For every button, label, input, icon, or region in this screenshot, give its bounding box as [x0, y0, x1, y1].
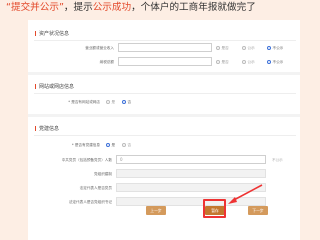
section-divider: [34, 93, 296, 94]
section-divider: [34, 135, 296, 136]
banner-tail: ，个体户的工商年报就做完了: [131, 2, 256, 13]
tax-opt-public[interactable]: 公示: [242, 60, 255, 65]
radio-icon: [122, 143, 126, 147]
radio-icon: [216, 60, 220, 64]
party-org-select[interactable]: [116, 169, 266, 178]
revenue-label: 营业额或营业收入: [85, 46, 114, 50]
section-title-assets: 资产状况信息: [35, 30, 69, 37]
revenue-opt-nonpublic[interactable]: 不公示: [267, 46, 283, 51]
radio-icon: [106, 100, 110, 104]
revenue-input[interactable]: [118, 43, 212, 52]
radio-icon: [242, 46, 246, 50]
section-gap: [28, 114, 300, 117]
pointer-arrow-icon: [228, 184, 263, 204]
section-title-website: 网站或网店信息: [35, 83, 74, 90]
party-members-label: 中共党员（包括预备党员）人数: [61, 158, 112, 162]
website-no-radio[interactable]: 否: [122, 100, 131, 105]
radio-selected-icon: [122, 100, 126, 104]
instruction-banner: “提交并公示”，提示公示成功，个体户的工商年报就做完了: [0, 0, 320, 17]
party-no-radio[interactable]: 否: [122, 143, 131, 148]
party-members-visibility: 不公示: [272, 158, 283, 162]
banner-sep: ，提示: [63, 2, 93, 13]
website-yes-radio[interactable]: 是: [106, 100, 115, 105]
highlight-box: [203, 199, 226, 218]
legal-rep-member-label: 法定代表人是否党员: [79, 186, 112, 190]
banner-success: 公示成功: [92, 2, 132, 13]
tax-input[interactable]: [118, 57, 212, 66]
tax-label: 纳税总额: [99, 60, 114, 64]
party-question: * 是否有党建信息: [71, 143, 100, 147]
party-members-input[interactable]: 0: [116, 155, 266, 164]
radio-selected-icon: [267, 60, 271, 64]
section-divider: [34, 40, 296, 41]
tax-opt-yesno[interactable]: 是否: [216, 60, 229, 65]
next-step-button[interactable]: 下一步: [248, 206, 268, 215]
tax-opt-nonpublic[interactable]: 不公示: [267, 60, 283, 65]
party-yes-radio[interactable]: 是: [106, 143, 115, 148]
party-org-label: 党组织建制: [94, 172, 112, 176]
revenue-opt-yesno[interactable]: 是否: [216, 46, 229, 51]
radio-icon: [216, 46, 220, 50]
website-question: * 是否有网站或网店: [68, 100, 100, 104]
prev-step-button[interactable]: 上一步: [146, 206, 166, 215]
legal-rep-secretary-label: 法定代表人是否党组织书记: [68, 200, 112, 204]
section-gap: [28, 72, 300, 75]
radio-icon: [242, 60, 246, 64]
radio-selected-icon: [106, 143, 110, 147]
section-title-party: 党建信息: [35, 125, 59, 132]
banner-quote: “提交并公示”: [6, 2, 64, 13]
revenue-opt-public[interactable]: 公示: [242, 46, 255, 51]
radio-selected-icon: [267, 46, 271, 50]
